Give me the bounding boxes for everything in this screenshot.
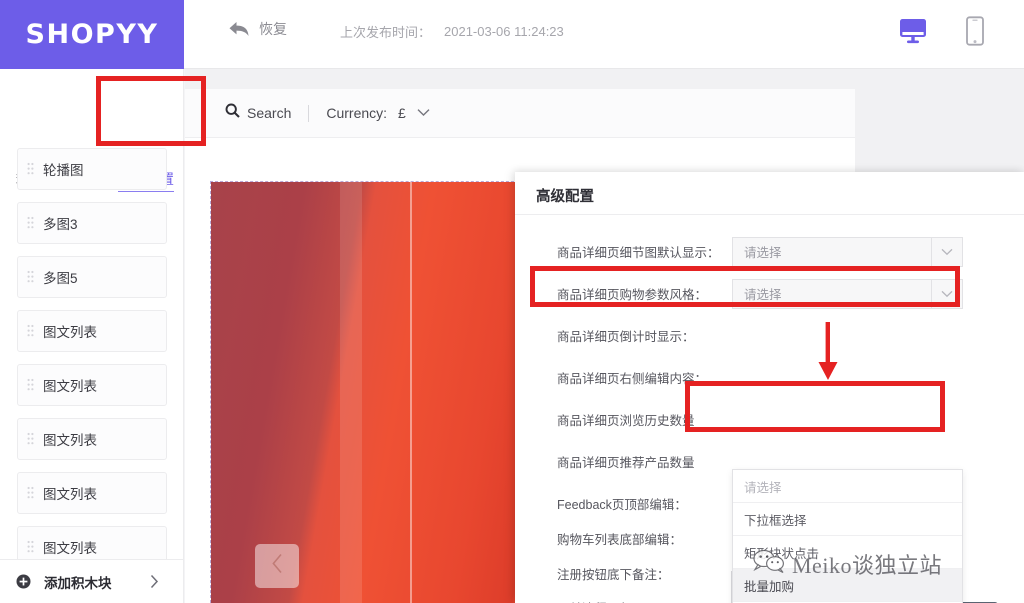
- publish-label: 上次发布时间：: [340, 22, 431, 41]
- config-row-shopping-param-style: 商品详细页购物参数风格： 请选择: [515, 273, 1024, 314]
- brand-logo-text: SHOPYY: [26, 19, 159, 50]
- top-header-bar: SHOPYY 恢复 上次发布时间： 2021-03-06 11:24:23: [0, 0, 1024, 69]
- undo-label: 恢复: [259, 19, 287, 39]
- config-row-history-count: 商品详细页浏览历史数量: [515, 399, 1024, 440]
- currency-selector[interactable]: Currency: £: [326, 104, 429, 122]
- list-item-label: 图文列表: [43, 321, 97, 341]
- chevron-left-icon: [271, 553, 284, 579]
- dropdown-option[interactable]: 下拉框选择: [733, 503, 962, 536]
- dropdown-option[interactable]: 请选择: [733, 470, 962, 503]
- config-row-label: 商品详细页推荐产品数量: [557, 452, 695, 471]
- config-row-label: 下单流程顶部Logo：: [557, 598, 672, 603]
- shopping-param-style-dropdown: 请选择 下拉框选择 矩形块状点击 批量加购 0: [732, 469, 963, 603]
- brand-logo[interactable]: SHOPYY: [0, 0, 184, 69]
- panel-title: 高级配置: [536, 185, 594, 206]
- app-root: SHOPYY 恢复 上次发布时间： 2021-03-06 11:24:23: [0, 0, 1024, 603]
- list-item[interactable]: 图文列表: [17, 472, 167, 514]
- config-row-label: 商品详细页右侧编辑内容：: [557, 368, 707, 387]
- config-row-right-edit: 商品详细页右侧编辑内容：: [515, 357, 1024, 398]
- search-icon: [225, 103, 240, 123]
- list-item[interactable]: 图文列表: [17, 364, 167, 406]
- select-detail-default[interactable]: 请选择: [732, 237, 963, 267]
- config-row-label: 商品详细页倒计时显示：: [557, 326, 695, 345]
- list-item-label: 图文列表: [43, 483, 97, 503]
- list-item-label: 轮播图: [43, 159, 84, 179]
- list-item-label: 图文列表: [43, 537, 97, 557]
- config-row-label: 商品详细页细节图默认显示：: [557, 242, 720, 261]
- list-item[interactable]: 多图3: [17, 202, 167, 244]
- select-value: 请选择: [744, 284, 782, 303]
- advanced-config-panel: 高级配置 商品详细页细节图默认显示： 请选择 商品详细页购物参数风格：: [515, 172, 1024, 603]
- currency-label: Currency:: [326, 105, 387, 121]
- module-list: 轮播图 多图3: [0, 148, 184, 563]
- chevron-down-icon: [417, 104, 430, 122]
- list-item[interactable]: 图文列表: [17, 310, 167, 352]
- list-item-label: 图文列表: [43, 429, 97, 449]
- config-row-label: 商品详细页浏览历史数量: [557, 410, 695, 429]
- sidebar-tabs: [0, 69, 184, 147]
- mobile-phone-icon[interactable]: [964, 16, 986, 46]
- storefront-utility-bar: Search Currency: £: [185, 89, 855, 138]
- carousel-prev-button[interactable]: [255, 544, 299, 588]
- undo-button[interactable]: 恢复: [228, 19, 287, 39]
- list-item[interactable]: 多图5: [17, 256, 167, 298]
- list-item[interactable]: 轮播图: [17, 148, 167, 190]
- config-row-countdown: 商品详细页倒计时显示：: [515, 315, 1024, 356]
- select-value: 请选择: [744, 242, 782, 261]
- list-item-label: 多图3: [43, 213, 78, 233]
- utility-divider: [308, 105, 309, 122]
- search-label: Search: [247, 105, 291, 121]
- search-button[interactable]: Search: [225, 103, 291, 123]
- add-module-button[interactable]: 添加积木块: [0, 559, 183, 603]
- chevron-down-icon: [931, 238, 962, 266]
- desktop-monitor-icon[interactable]: [898, 17, 928, 45]
- list-item[interactable]: 图文列表: [17, 526, 167, 563]
- config-row-label: Feedback页顶部编辑：: [557, 494, 687, 513]
- config-row-detail-default: 商品详细页细节图默认显示： 请选择: [515, 231, 1024, 272]
- config-row-label: 购物车列表底部编辑：: [557, 529, 682, 548]
- config-form: 商品详细页细节图默认显示： 请选择 商品详细页购物参数风格： 请选择: [515, 215, 1024, 603]
- plus-circle-icon: [0, 574, 31, 589]
- undo-arrow-icon: [228, 20, 250, 38]
- dropdown-option-selected[interactable]: 批量加购: [733, 569, 962, 602]
- select-shopping-param-style[interactable]: 请选择: [732, 279, 963, 309]
- last-publish-info: 上次发布时间： 2021-03-06 11:24:23: [340, 22, 564, 41]
- list-item-label: 图文列表: [43, 375, 97, 395]
- currency-value: £: [398, 105, 406, 121]
- device-preview-switch: [898, 16, 986, 46]
- list-item[interactable]: 图文列表: [17, 418, 167, 460]
- publish-timestamp: 2021-03-06 11:24:23: [444, 24, 564, 39]
- list-item-label: 多图5: [43, 267, 78, 287]
- left-sidebar: 积木模块 参数配置 轮播图: [0, 69, 184, 603]
- add-module-label: 添加积木块: [44, 572, 112, 592]
- chevron-down-icon: [931, 280, 962, 308]
- dropdown-option[interactable]: 矩形块状点击: [733, 536, 962, 569]
- config-row-label: 商品详细页购物参数风格：: [557, 284, 707, 303]
